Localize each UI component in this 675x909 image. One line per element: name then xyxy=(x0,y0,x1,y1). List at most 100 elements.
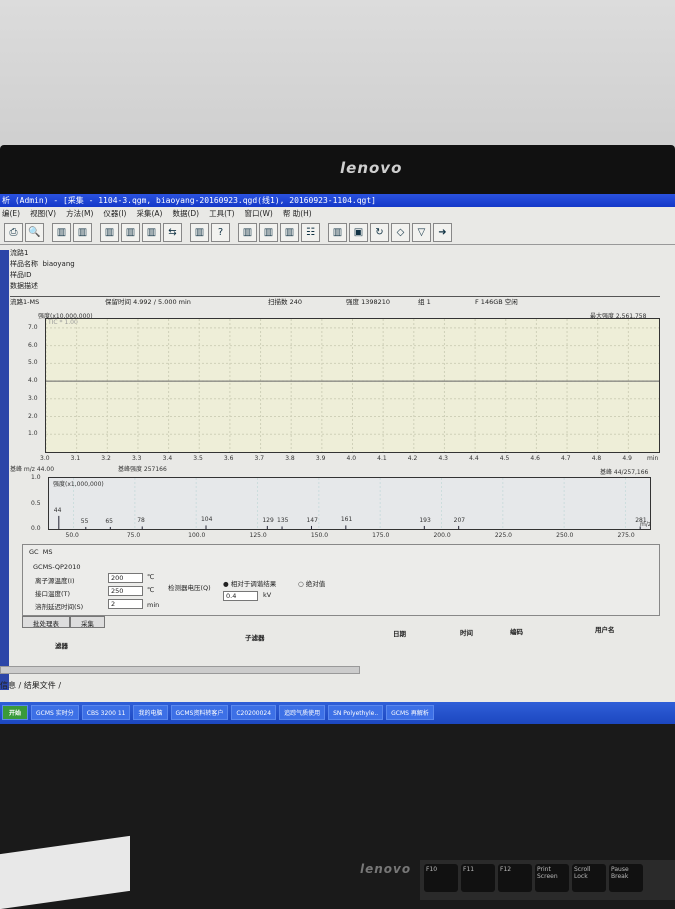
col-code[interactable]: 编码 xyxy=(510,626,523,636)
spectrum4-icon[interactable]: ▥ xyxy=(328,223,347,242)
col-time[interactable]: 时间 xyxy=(460,627,473,637)
menu-item[interactable]: 视图(V) xyxy=(30,208,56,220)
tab-ms[interactable]: MS xyxy=(43,548,53,556)
tic-x-tick-label: 4.2 xyxy=(407,455,418,462)
tic-x-tick-label: 4.1 xyxy=(377,455,387,462)
ms-x-tick-label: 50.0 xyxy=(65,532,79,539)
col-date[interactable]: 日期 xyxy=(393,628,406,638)
solvent-delay-input[interactable]: 2 xyxy=(108,599,143,609)
ms-peak-label: 129 xyxy=(262,516,274,524)
col-subfilter[interactable]: 子滤器 xyxy=(245,632,265,642)
tab-results[interactable]: 结果文件 xyxy=(24,681,56,690)
ms-y-tick-label: 0.5 xyxy=(31,499,41,507)
spectrum3-icon[interactable]: ▥ xyxy=(280,223,299,242)
tic-x-tick-label: 4.5 xyxy=(499,455,510,462)
unit: kV xyxy=(263,591,272,599)
tic-x-tick-label: 3.6 xyxy=(223,455,234,462)
voltage-input[interactable]: 0.4 xyxy=(223,591,258,601)
tic-y-tick-label: 2.0 xyxy=(28,412,38,420)
table-header: 滤器 子滤器 日期 时间 编码 用户名 xyxy=(0,624,675,650)
radio-relative[interactable]: ● 相对于调谐结果 xyxy=(223,578,276,588)
menu-item[interactable]: 帮 助(H) xyxy=(283,208,312,220)
menu-item[interactable]: 窗口(W) xyxy=(245,208,273,220)
ms-peak-label: 193 xyxy=(419,516,431,524)
tic-y-tick-label: 7.0 xyxy=(28,323,38,331)
ms-chart[interactable]: 50.0 75.0 100.0 125.0 150.0 175.0 200.0 225.0 25… xyxy=(31,474,651,539)
chart-zoom2-icon[interactable]: ▥ xyxy=(73,223,92,242)
chart-zoom-icon[interactable]: ▥ xyxy=(52,223,71,242)
sample-name-label: 样品名称 xyxy=(10,260,38,268)
taskbar-item[interactable]: GCMS资料转客户 xyxy=(170,705,229,720)
preview-icon[interactable]: 🔍 xyxy=(25,223,44,242)
tic-chart[interactable]: TIC * 1.00 3.0 3.1 3.2 3.3 3.4 3.5 3.6 3.7 3.8 3.… xyxy=(28,318,660,462)
layout2-icon[interactable]: ▥ xyxy=(121,223,140,242)
unit: min xyxy=(147,601,160,609)
taskbar-item[interactable]: GCMS 再解析 xyxy=(386,705,434,720)
ion-temp-input[interactable]: 200 xyxy=(108,573,143,583)
tic-x-tick-label: 3.3 xyxy=(131,455,142,462)
menu-item[interactable]: 工具(T) xyxy=(209,208,234,220)
menu-item[interactable]: 编(E) xyxy=(2,208,20,220)
output-tabs: 信息 / 结果文件 / xyxy=(0,681,62,690)
help-icon[interactable]: ? xyxy=(211,223,230,242)
col-user[interactable]: 用户名 xyxy=(595,624,615,634)
data-desc-label: 数据描述 xyxy=(10,282,38,290)
ms-x-tick-label: 100.0 xyxy=(188,532,206,539)
tic-plot xyxy=(46,319,659,452)
col-filter[interactable]: 滤器 xyxy=(55,640,68,650)
keyboard-key: Print Screen xyxy=(535,864,569,892)
taskbar-item[interactable]: GCMS 实时分 xyxy=(31,705,79,720)
taskbar-item[interactable]: C20200024 xyxy=(231,705,277,720)
screen: 析 (Admin) - [采集 - 1104-3.qgm, biaoyang-2… xyxy=(0,194,675,724)
menu-item[interactable]: 仪器(I) xyxy=(103,208,126,220)
taskbar-item[interactable]: 追踪气质使用 xyxy=(279,705,326,720)
spectrum1-icon[interactable]: ▥ xyxy=(238,223,257,242)
tab-info[interactable]: 信息 xyxy=(0,681,16,690)
taskbar-item[interactable]: 我的电脑 xyxy=(133,705,168,720)
ms-peak-label: 135 xyxy=(277,517,289,525)
channel: 流路1-MS xyxy=(10,298,40,306)
tic-xlabel: min xyxy=(647,455,659,462)
group: 组 1 xyxy=(418,298,431,306)
tic-x-tick-label: 3.0 xyxy=(40,455,50,462)
interface-temp-input[interactable]: 250 xyxy=(108,586,143,596)
base-peak-intensity: 基峰强度 257166 xyxy=(118,466,167,473)
diamond-icon[interactable]: ◇ xyxy=(391,223,410,242)
instrument-model: GCMS-QP2010 xyxy=(33,563,81,571)
menu-item[interactable]: 数据(D) xyxy=(172,208,199,220)
radio-absolute[interactable]: ○ 绝对值 xyxy=(298,578,325,588)
stop-icon[interactable]: ▽ xyxy=(412,223,431,242)
paper xyxy=(0,835,130,909)
ms-x-tick-label: 275.0 xyxy=(617,532,635,539)
refresh-icon[interactable]: ↻ xyxy=(370,223,389,242)
monitor-bezel: lenovo xyxy=(0,145,675,197)
ms-peak-label: 44 xyxy=(53,506,62,514)
title-bar: 析 (Admin) - [采集 - 1104-3.qgm, biaoyang-2… xyxy=(0,194,675,207)
spectrum2-icon[interactable]: ▥ xyxy=(259,223,278,242)
tic-x-tick-label: 4.6 xyxy=(530,455,540,462)
layout1-icon[interactable]: ▥ xyxy=(100,223,119,242)
tic-x-tick-label: 3.5 xyxy=(193,455,203,462)
table-icon[interactable]: ☷ xyxy=(301,223,320,242)
layout3-icon[interactable]: ▥ xyxy=(142,223,161,242)
horizontal-scrollbar[interactable] xyxy=(0,666,360,674)
tic-y-tick-label: 4.0 xyxy=(28,377,38,385)
arrow-right-icon[interactable]: ➜ xyxy=(433,223,452,242)
menu-item[interactable]: 采集(A) xyxy=(136,208,162,220)
menu-item[interactable]: 方法(M) xyxy=(66,208,93,220)
taskbar-item[interactable]: CBS 3200 11 xyxy=(81,705,131,720)
tune-icon[interactable]: ▥ xyxy=(190,223,209,242)
ms-x-tick-label: 225.0 xyxy=(494,532,512,539)
arrows-icon[interactable]: ⇆ xyxy=(163,223,182,242)
tab-gc[interactable]: GC xyxy=(29,548,39,556)
ms-peak-label: 281 xyxy=(635,517,647,525)
tic-x-tick-label: 3.2 xyxy=(101,455,111,462)
tic-x-tick-label: 4.7 xyxy=(561,455,571,462)
radio-relative-label: 相对于调谐结果 xyxy=(230,580,277,588)
print-icon[interactable]: ⎙ xyxy=(4,223,23,242)
interface-temp-label: 接口温度(T) xyxy=(35,590,71,598)
intensity: 强度 1398210 xyxy=(346,298,391,306)
start-button[interactable]: 开始 xyxy=(2,705,29,720)
frame-icon[interactable]: ▣ xyxy=(349,223,368,242)
taskbar-item[interactable]: SN Polyethyle.. xyxy=(328,705,384,720)
